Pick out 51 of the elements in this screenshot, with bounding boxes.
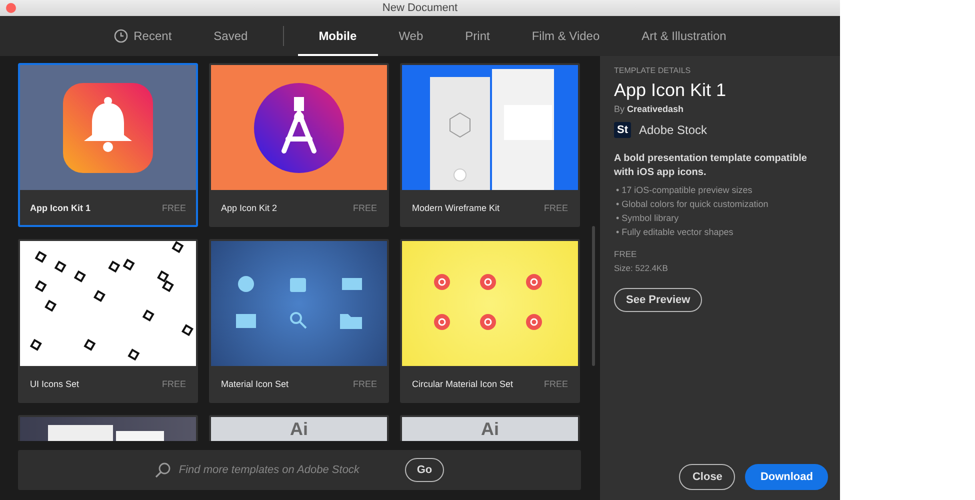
- template-title: App Icon Kit 1: [30, 202, 90, 212]
- scrollbar-thumb[interactable]: [592, 226, 595, 366]
- download-button[interactable]: Download: [745, 464, 828, 490]
- feature-item: • 17 iOS-compatible preview sizes: [616, 184, 754, 197]
- price-label: FREE: [544, 378, 568, 388]
- price-label: FREE: [544, 202, 568, 212]
- price-label: FREE: [352, 378, 377, 388]
- source-name: Adobe Stock: [639, 123, 708, 137]
- template-card[interactable]: Circular Material Icon Set FREE: [400, 239, 580, 403]
- tab[interactable]: Film & Video: [510, 16, 621, 56]
- feature-item: • Fully editable vector shapes: [616, 226, 734, 239]
- template-title: App Icon Kit 2: [221, 202, 278, 212]
- price-label: FREE: [352, 202, 377, 212]
- see-preview-button[interactable]: See Preview: [614, 288, 702, 312]
- price-label: FREE: [614, 249, 638, 259]
- description: A bold presentation template compatible with iOS app icons.: [614, 152, 808, 180]
- close-button[interactable]: Close: [679, 464, 736, 490]
- author-line: By Creativedash: [614, 104, 685, 114]
- template-title: Material Icon Set: [221, 378, 289, 388]
- template-card[interactable]: UI Icons Set FREE: [18, 239, 198, 403]
- stock-logo: St: [614, 122, 631, 138]
- template-card[interactable]: App Icon Kit 1 FREE: [18, 63, 198, 227]
- tab[interactable]: Print: [444, 16, 511, 56]
- search-icon: [154, 462, 171, 478]
- ai-logo-text: Ai: [481, 420, 499, 438]
- template-card[interactable]: Ai: [400, 415, 580, 441]
- tab[interactable]: Web: [378, 16, 444, 56]
- section-heading: TEMPLATE DETAILS: [614, 66, 692, 75]
- go-button[interactable]: Go: [404, 458, 444, 482]
- tab[interactable]: Mobile: [298, 16, 378, 56]
- file-size: Size: 522.4KB: [614, 263, 669, 273]
- tab[interactable]: Recent: [92, 16, 193, 56]
- price-label: FREE: [162, 378, 186, 388]
- template-card[interactable]: Ai: [209, 415, 389, 441]
- template-title: UI Icons Set: [30, 378, 80, 388]
- feature-item: • Symbol library: [616, 212, 680, 225]
- feature-item: • Global colors for quick customization: [616, 198, 770, 211]
- window-title: New Document: [382, 2, 458, 14]
- template-card[interactable]: Modern Wireframe Kit FREE: [400, 63, 580, 227]
- ai-logo-text: Ai: [290, 420, 308, 438]
- clock-icon: [114, 29, 128, 43]
- tab[interactable]: Saved: [192, 16, 269, 56]
- search-field[interactable]: Find more templates on Adobe Stock: [176, 463, 391, 477]
- price-label: FREE: [162, 202, 186, 212]
- template-card[interactable]: App Icon Kit 2 FREE: [209, 63, 389, 227]
- template-card[interactable]: Material Icon Set FREE: [209, 239, 389, 403]
- close-window-icon[interactable]: [6, 3, 16, 13]
- template-title: Modern Wireframe Kit: [412, 202, 500, 212]
- template-name: App Icon Kit 1: [614, 80, 728, 101]
- template-title: Circular Material Icon Set: [412, 378, 514, 388]
- tab[interactable]: Art & Illustration: [620, 16, 748, 56]
